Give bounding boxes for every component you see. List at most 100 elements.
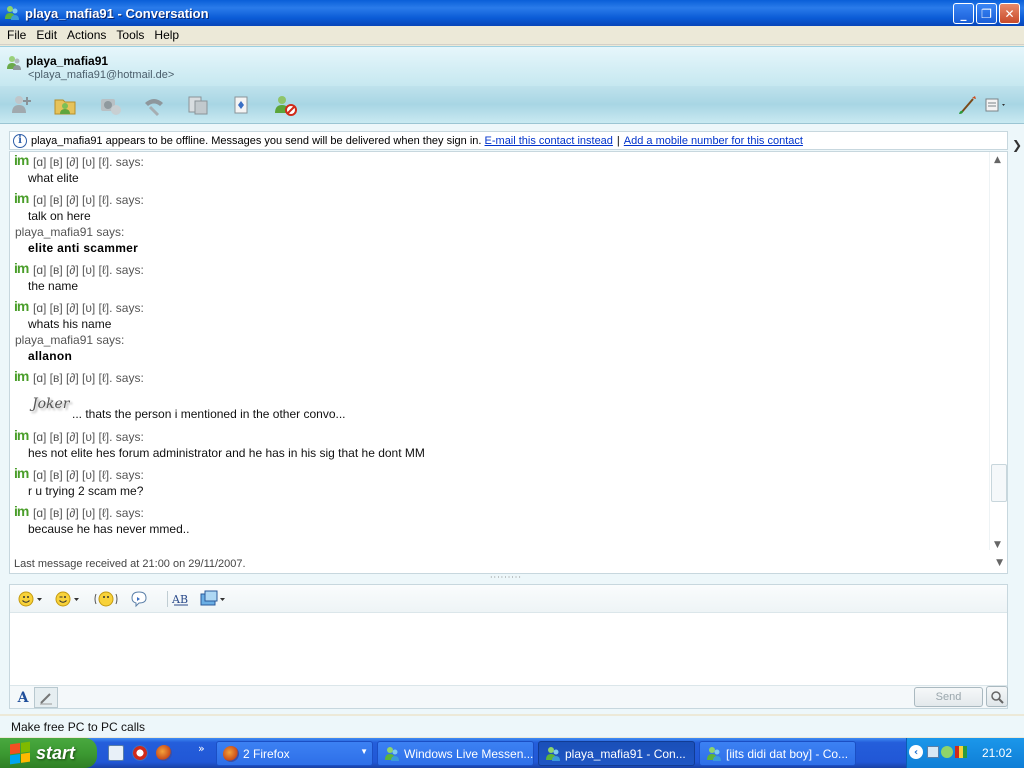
video-call-icon[interactable]	[97, 93, 123, 117]
message-sender: im [ɑ] [в] [∂] [υ] [ℓ]. says:	[14, 427, 144, 444]
im-icon: im	[14, 465, 29, 481]
messenger-tray-icon[interactable]	[941, 746, 953, 758]
ad-link[interactable]: Make free PC to PC calls	[11, 720, 145, 734]
taskbar-item-playa-conversation[interactable]: playa_mafia91 - Con...	[538, 741, 695, 766]
send-picture-icon[interactable]	[200, 590, 228, 608]
panel-splitter-handle[interactable]: ·········	[490, 574, 526, 582]
maximize-button[interactable]: ❐	[976, 3, 997, 24]
background-brush-icon[interactable]	[955, 93, 981, 117]
toolbar-separator	[167, 591, 168, 607]
wink-icon[interactable]	[55, 590, 83, 608]
menu-help[interactable]: Help	[149, 28, 184, 42]
phone-call-icon[interactable]	[141, 93, 167, 117]
message-sender: im [ɑ] [в] [∂] [υ] [ℓ]. says:	[14, 260, 144, 277]
compose-footer: A	[10, 685, 1007, 708]
invite-contact-icon[interactable]	[9, 93, 35, 117]
chat-history: im [ɑ] [в] [∂] [υ] [ℓ]. says: what elite…	[10, 152, 990, 550]
message-sender: im [ɑ] [в] [∂] [υ] [ℓ]. says:	[14, 503, 144, 520]
compose-panel: AB A Send	[9, 584, 1008, 709]
start-button[interactable]: start	[0, 738, 97, 768]
share-files-icon[interactable]	[53, 93, 79, 117]
title-bar[interactable]: playa_mafia91 - Conversation _ ❐ ✕	[0, 0, 1024, 26]
message-text: what elite	[28, 171, 79, 185]
contact-header: playa_mafia91 <playa_mafia91@hotmail.de>	[0, 46, 1024, 86]
offline-message: playa_mafia91 appears to be offline. Mes…	[31, 134, 482, 147]
ad-banner: Make free PC to PC calls	[0, 716, 1024, 737]
minimize-button[interactable]: _	[953, 3, 974, 24]
spell-check-icon[interactable]: AB	[171, 590, 191, 608]
window-title: playa_mafia91 - Conversation	[25, 5, 209, 21]
windows-logo-icon	[10, 741, 30, 765]
im-icon: im	[14, 260, 29, 276]
offline-info-bar: i playa_mafia91 appears to be offline. M…	[9, 131, 1008, 150]
im-icon: im	[14, 503, 29, 519]
scroll-to-end-icon[interactable]: ▼	[996, 558, 1003, 568]
scroll-up-icon[interactable]: ▲	[994, 155, 1001, 165]
email-contact-link[interactable]: E-mail this contact instead	[485, 135, 613, 147]
conversation-toolbar	[0, 86, 1024, 124]
firefox-icon	[223, 745, 239, 762]
block-contact-icon[interactable]	[273, 93, 299, 117]
message-text: talk on here	[28, 209, 91, 223]
network-icon[interactable]	[927, 746, 939, 758]
compose-toolbar: AB	[10, 585, 1007, 613]
search-icon[interactable]	[986, 686, 1008, 707]
message-sender: im [ɑ] [в] [∂] [υ] [ℓ]. says:	[14, 152, 144, 169]
quick-launch-more-icon[interactable]: »	[198, 742, 205, 755]
group-dropdown-icon: ▼	[360, 747, 368, 756]
taskbar-item-iits-conversation[interactable]: [iits didi dat boy] - Co...	[699, 741, 856, 766]
scroll-thumb[interactable]	[991, 464, 1007, 502]
taskbar-item-firefox[interactable]: 2 Firefox ▼	[216, 741, 373, 766]
taskbar-item-messenger[interactable]: Windows Live Messen...	[377, 741, 534, 766]
messenger-buddy-icon	[4, 5, 20, 21]
scroll-down-icon[interactable]: ▼	[994, 540, 1001, 550]
messenger-buddy-icon	[706, 746, 722, 762]
menu-file[interactable]: File	[2, 28, 31, 42]
im-icon: im	[14, 190, 29, 206]
close-button[interactable]: ✕	[999, 3, 1020, 24]
chevron-left-icon[interactable]: ‹	[909, 745, 923, 759]
im-icon: im	[14, 427, 29, 443]
message-sender: im [ɑ] [в] [∂] [υ] [ℓ]. says:	[14, 368, 144, 385]
message-input[interactable]	[10, 614, 1007, 685]
im-icon: im	[14, 368, 29, 384]
voice-clip-icon[interactable]	[130, 590, 148, 608]
message-sender: playa_mafia91 says:	[15, 333, 125, 347]
add-mobile-link[interactable]: Add a mobile number for this contact	[624, 135, 803, 147]
handwriting-pen-icon[interactable]	[34, 687, 58, 708]
taskbar: start » 2 Firefox ▼ Windows Live Messen.…	[0, 738, 1024, 768]
message-with-image: Joker ... thats the person i mentioned i…	[14, 386, 990, 429]
display-options-icon[interactable]	[983, 93, 1009, 117]
emoticon-icon[interactable]	[18, 590, 46, 608]
info-icon: i	[13, 133, 27, 148]
opera-icon[interactable]	[132, 745, 148, 761]
message-sender: playa_mafia91 says:	[15, 225, 125, 239]
menu-actions[interactable]: Actions	[62, 28, 111, 42]
contact-status-icon	[6, 55, 22, 71]
firefox-icon[interactable]	[156, 745, 172, 761]
message-text: the name	[28, 279, 79, 293]
message-text: r u trying 2 scam me?	[28, 484, 144, 498]
messenger-buddy-icon	[384, 746, 400, 762]
link-separator: |	[616, 134, 620, 147]
joker-image: Joker	[32, 396, 70, 412]
message-text: ... thats the person i mentioned in the …	[72, 407, 346, 421]
games-icon[interactable]	[229, 93, 255, 117]
messenger-buddy-icon	[545, 746, 561, 762]
chat-history-panel: im [ɑ] [в] [∂] [υ] [ℓ]. says: what elite…	[9, 151, 1008, 574]
svg-text:AB: AB	[171, 593, 188, 606]
show-desktop-icon[interactable]	[108, 745, 124, 761]
font-button[interactable]: A	[13, 688, 33, 708]
send-button[interactable]: Send	[914, 687, 983, 707]
last-message-status: Last message received at 21:00 on 29/11/…	[14, 558, 246, 570]
security-center-icon[interactable]	[955, 746, 967, 758]
message-sender: im [ɑ] [в] [∂] [υ] [ℓ]. says:	[14, 465, 144, 482]
activities-icon[interactable]	[185, 93, 211, 117]
nudge-icon[interactable]	[93, 590, 119, 608]
chevron-right-icon[interactable]: ❯	[1012, 138, 1022, 152]
clock[interactable]: 21:02	[982, 746, 1012, 760]
contact-name[interactable]: playa_mafia91	[26, 54, 108, 68]
chat-scrollbar[interactable]: ▲ ▼	[989, 152, 1007, 550]
menu-edit[interactable]: Edit	[31, 28, 62, 42]
menu-tools[interactable]: Tools	[111, 28, 149, 42]
